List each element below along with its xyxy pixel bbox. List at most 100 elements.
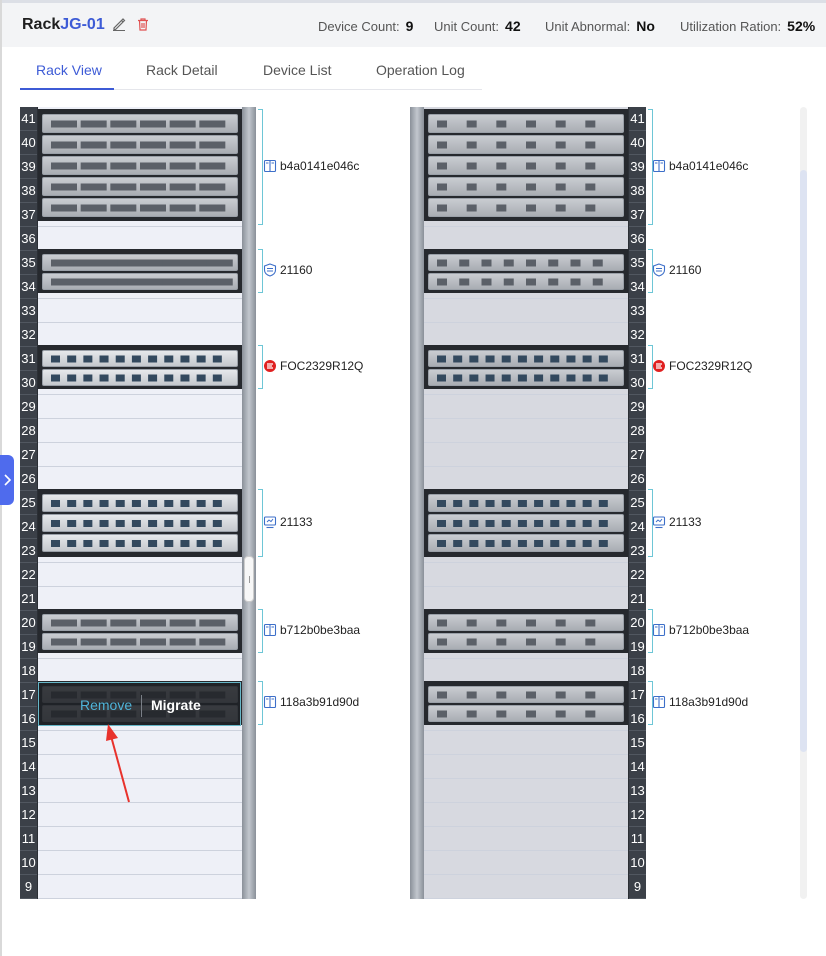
delete-icon[interactable] xyxy=(136,17,150,31)
empty-slot[interactable] xyxy=(38,467,242,491)
empty-slot[interactable] xyxy=(424,563,628,587)
empty-slot[interactable] xyxy=(38,587,242,611)
device-label[interactable]: FOC2329R12Q xyxy=(652,359,752,373)
empty-slot[interactable] xyxy=(424,827,628,851)
empty-slot[interactable] xyxy=(38,443,242,467)
unit-number: 33 xyxy=(20,299,37,323)
migrate-button[interactable]: Migrate xyxy=(151,697,201,713)
edit-icon[interactable] xyxy=(112,17,126,31)
empty-slot[interactable] xyxy=(38,875,242,899)
empty-slot[interactable] xyxy=(38,731,242,755)
unit-number: 23 xyxy=(20,539,37,563)
port-mark xyxy=(534,500,544,507)
device-label[interactable]: 21160 xyxy=(652,263,701,277)
tab-device-list[interactable]: Device List xyxy=(263,62,331,78)
rack-device[interactable] xyxy=(38,345,242,389)
device-unit-panel xyxy=(428,156,624,175)
port-mark xyxy=(469,540,479,547)
unit-number: 37 xyxy=(629,203,646,227)
port-mark xyxy=(131,540,141,547)
port-mark xyxy=(548,278,559,286)
empty-slot[interactable] xyxy=(424,299,628,323)
tab-rack-detail[interactable]: Rack Detail xyxy=(146,62,218,78)
empty-slot[interactable] xyxy=(38,803,242,827)
unit-number: 41 xyxy=(629,107,646,131)
empty-slot[interactable] xyxy=(38,659,242,683)
port-mark xyxy=(598,520,608,527)
rack-device[interactable] xyxy=(38,109,242,221)
port-mark xyxy=(469,374,479,382)
empty-slot[interactable] xyxy=(424,467,628,491)
tab-rack-view[interactable]: Rack View xyxy=(36,62,102,78)
empty-slot[interactable] xyxy=(424,755,628,779)
device-label[interactable]: b712b0be3baa xyxy=(652,623,749,637)
port-mark xyxy=(80,638,107,646)
port-mark xyxy=(169,183,196,191)
server-icon xyxy=(263,695,277,709)
rack-scroll-handle[interactable] xyxy=(244,556,254,602)
port-mark xyxy=(437,162,447,170)
port-mark xyxy=(199,204,226,212)
empty-slot[interactable] xyxy=(38,779,242,803)
empty-slot[interactable] xyxy=(424,875,628,899)
empty-slot[interactable] xyxy=(424,227,628,251)
port-mark xyxy=(548,259,559,267)
device-face-graphic xyxy=(51,278,233,286)
rack-device[interactable] xyxy=(424,109,628,221)
page-scrollbar-thumb[interactable] xyxy=(800,170,807,752)
empty-slot[interactable] xyxy=(38,851,242,875)
empty-slot[interactable] xyxy=(424,851,628,875)
device-label[interactable]: b4a0141e046c xyxy=(263,159,359,173)
port-mark xyxy=(199,141,226,149)
rack-device[interactable] xyxy=(38,609,242,653)
empty-slot[interactable] xyxy=(38,755,242,779)
unit-number: 39 xyxy=(629,155,646,179)
device-label[interactable]: 118a3b91d90d xyxy=(652,695,748,709)
empty-slot[interactable] xyxy=(424,587,628,611)
rack-device[interactable] xyxy=(424,681,628,725)
empty-slot[interactable] xyxy=(38,563,242,587)
empty-slot[interactable] xyxy=(424,395,628,419)
port-mark xyxy=(115,540,125,547)
empty-slot[interactable] xyxy=(424,659,628,683)
rack-device[interactable] xyxy=(38,489,242,557)
device-label[interactable]: 21133 xyxy=(652,515,701,529)
port-mark xyxy=(496,120,507,128)
device-label[interactable]: FOC2329R12Q xyxy=(263,359,363,373)
device-label[interactable]: 118a3b91d90d xyxy=(263,695,359,709)
rack-device[interactable] xyxy=(424,249,628,293)
rack-device[interactable] xyxy=(38,249,242,293)
empty-slot[interactable] xyxy=(424,323,628,347)
device-unit-panel xyxy=(428,705,624,722)
rack-device[interactable] xyxy=(424,489,628,557)
device-unit-panel xyxy=(428,614,624,631)
device-label[interactable]: b4a0141e046c xyxy=(652,159,748,173)
empty-slot[interactable] xyxy=(424,731,628,755)
empty-slot[interactable] xyxy=(424,443,628,467)
rack-device[interactable] xyxy=(424,345,628,389)
device-label[interactable]: 21133 xyxy=(263,515,312,529)
expand-panel-button[interactable] xyxy=(0,455,14,505)
remove-button[interactable]: Remove xyxy=(80,697,132,713)
device-context-menu: Remove Migrate xyxy=(38,682,241,726)
empty-slot[interactable] xyxy=(424,419,628,443)
rack-device[interactable] xyxy=(424,609,628,653)
device-label[interactable]: b712b0be3baa xyxy=(263,623,360,637)
empty-slot[interactable] xyxy=(38,227,242,251)
port-mark xyxy=(437,619,447,627)
empty-slot[interactable] xyxy=(38,395,242,419)
device-label[interactable]: 21160 xyxy=(263,263,312,277)
empty-slot[interactable] xyxy=(38,299,242,323)
empty-slot[interactable] xyxy=(38,419,242,443)
port-mark xyxy=(80,204,107,212)
empty-slot[interactable] xyxy=(424,803,628,827)
empty-slot[interactable] xyxy=(424,779,628,803)
device-unit-panel xyxy=(42,135,238,154)
port-mark xyxy=(184,278,211,286)
port-mark xyxy=(140,162,166,170)
empty-slot[interactable] xyxy=(38,827,242,851)
port-mark xyxy=(566,520,576,527)
device-face-graphic xyxy=(437,691,596,699)
empty-slot[interactable] xyxy=(38,323,242,347)
tab-operation-log[interactable]: Operation Log xyxy=(376,62,465,78)
